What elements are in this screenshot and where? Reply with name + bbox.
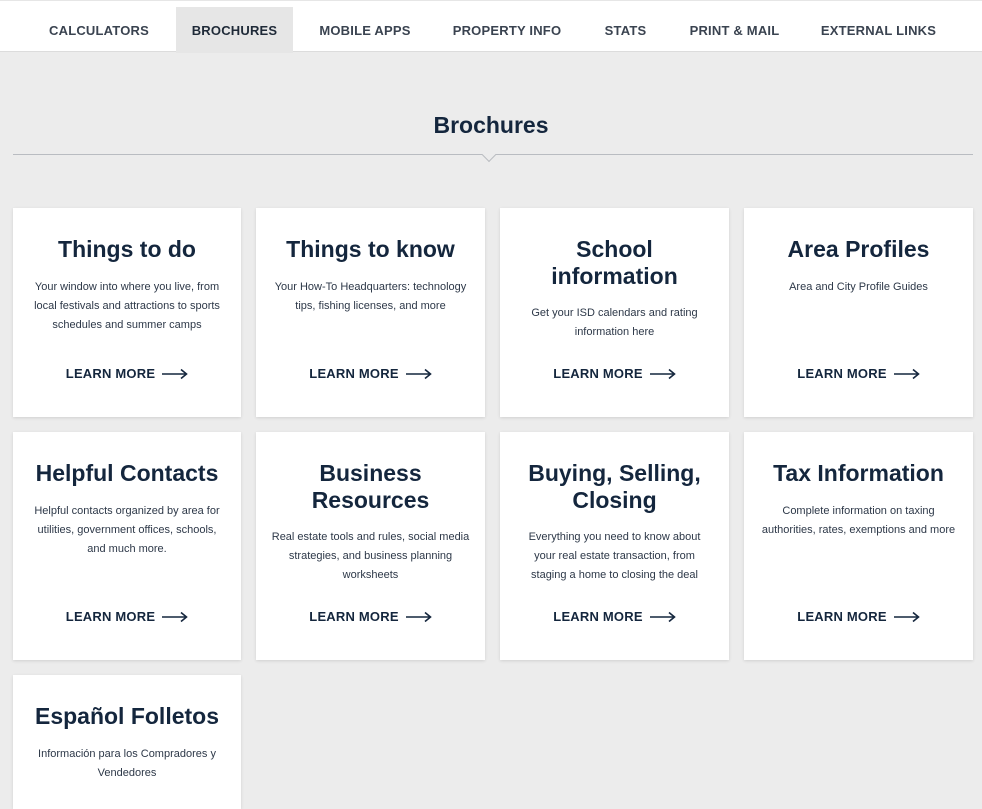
card-description: Complete information on taxing authoriti… [761, 505, 956, 536]
learn-more-label: LEARN MORE [65, 366, 156, 381]
card-tax-information: Tax Information Complete information on … [744, 432, 973, 660]
category-tab-bar: CALCULATORS BROCHURES MOBILE APPS PROPER… [0, 0, 982, 53]
arrow-right-icon [893, 368, 920, 379]
arrow-right-icon [405, 611, 432, 622]
tab-print-and-mail[interactable]: PRINT & MAIL [674, 7, 795, 53]
card-title: Tax Information [773, 460, 944, 486]
learn-more-label: LEARN MORE [553, 366, 643, 381]
learn-more-label: LEARN MORE [797, 609, 887, 624]
learn-more-link[interactable]: LEARN MORE [744, 366, 973, 381]
card-title: Business Resources [311, 460, 430, 513]
card-description: Get your ISD calendars and rating inform… [531, 307, 698, 338]
card-business-resources: Business Resources Real estate tools and… [256, 432, 485, 660]
card-description: Your window into where you live, from lo… [34, 281, 220, 331]
card-school-information: School information Get your ISD calendar… [500, 208, 729, 417]
card-title: Things to do [58, 236, 196, 262]
card-espanol-folletos: Español Folletos Información para los Co… [13, 675, 241, 809]
learn-more-link[interactable]: LEARN MORE [256, 609, 485, 624]
card-things-to-know: Things to know Your How-To Headquarters:… [256, 208, 485, 417]
learn-more-link[interactable]: LEARN MORE [13, 366, 241, 381]
learn-more-label: LEARN MORE [65, 609, 156, 624]
learn-more-label: LEARN MORE [797, 366, 887, 381]
divider-notch [481, 147, 497, 163]
arrow-right-icon [162, 368, 188, 379]
arrow-right-icon [162, 611, 188, 622]
learn-more-link[interactable]: LEARN MORE [13, 609, 241, 624]
section-title: Brochures [433, 112, 549, 138]
learn-more-link[interactable]: LEARN MORE [256, 366, 485, 381]
card-description: Información para los Compradores y Vende… [38, 748, 216, 779]
learn-more-label: LEARN MORE [553, 609, 643, 624]
card-helpful-contacts: Helpful Contacts Helpful contacts organi… [13, 432, 241, 660]
tab-mobile-apps[interactable]: MOBILE APPS [307, 7, 423, 53]
tab-property-info[interactable]: PROPERTY INFO [437, 7, 577, 53]
card-title: School information [551, 236, 678, 289]
learn-more-label: LEARN MORE [309, 609, 399, 624]
card-buying-selling-closing: Buying, Selling, Closing Everything you … [500, 432, 729, 660]
arrow-right-icon [649, 368, 676, 379]
card-area-profiles: Area Profiles Area and City Profile Guid… [744, 208, 973, 417]
card-description: Everything you need to know about your r… [528, 531, 701, 581]
arrow-right-icon [649, 611, 676, 622]
tab-calculators[interactable]: CALCULATORS [36, 7, 162, 53]
card-description: Your How-To Headquarters: technology tip… [274, 281, 467, 312]
card-title: Buying, Selling, Closing [528, 460, 701, 513]
card-description: Real estate tools and rules, social medi… [271, 531, 470, 581]
card-description: Area and City Profile Guides [789, 281, 928, 293]
arrow-right-icon [405, 368, 432, 379]
card-description: Helpful contacts organized by area for u… [34, 505, 220, 555]
tab-external-links[interactable]: EXTERNAL LINKS [809, 7, 948, 53]
card-things-to-do: Things to do Your window into where you … [13, 208, 241, 417]
learn-more-label: LEARN MORE [309, 366, 399, 381]
tab-brochures[interactable]: BROCHURES [176, 7, 293, 53]
arrow-right-icon [893, 611, 920, 622]
learn-more-link[interactable]: LEARN MORE [500, 366, 729, 381]
card-title: Things to know [286, 236, 455, 262]
learn-more-link[interactable]: LEARN MORE [744, 609, 973, 624]
card-title: Area Profiles [787, 236, 930, 262]
tab-stats[interactable]: STATS [591, 7, 660, 53]
learn-more-link[interactable]: LEARN MORE [500, 609, 729, 624]
card-title: Helpful Contacts [35, 460, 219, 486]
card-title: Español Folletos [34, 703, 220, 729]
